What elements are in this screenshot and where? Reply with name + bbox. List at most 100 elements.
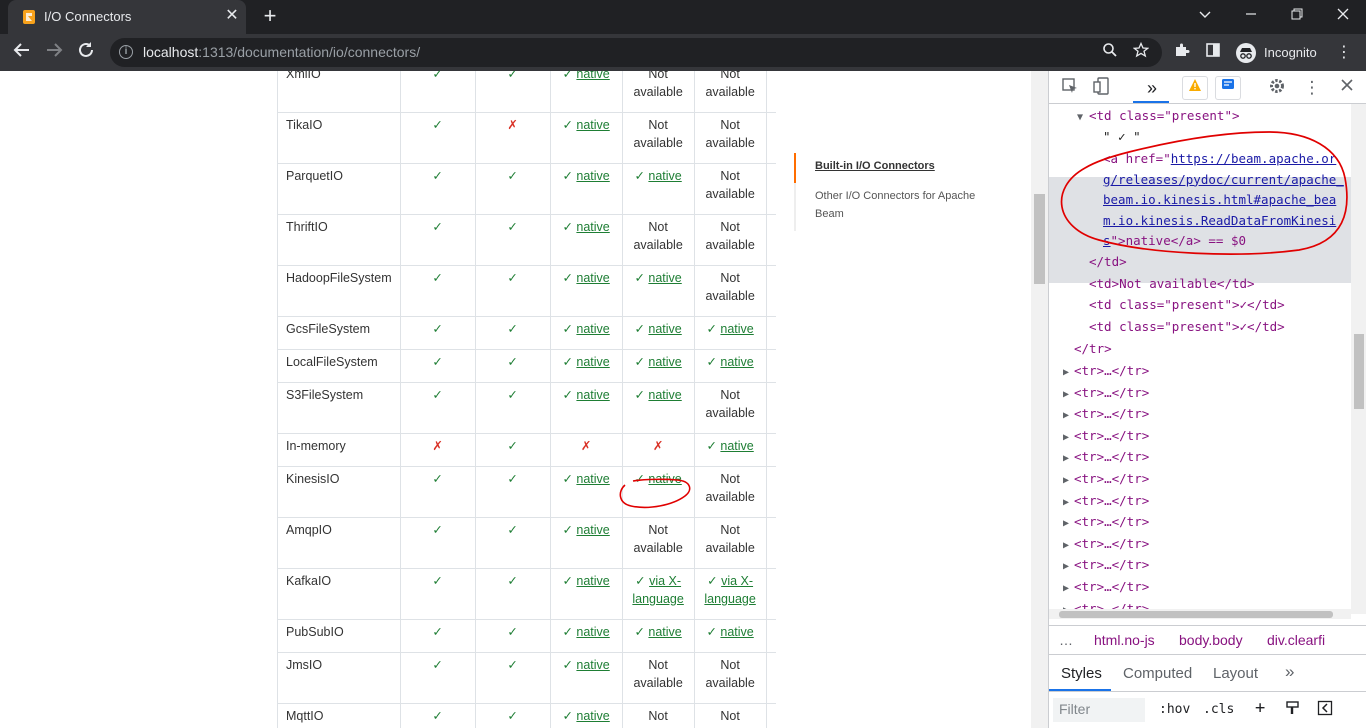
tree-triangle-closed-icon[interactable]: ▶: [1063, 468, 1069, 489]
restore-window-icon[interactable]: [1274, 2, 1320, 30]
tab-computed[interactable]: Computed: [1123, 665, 1192, 682]
node-td-present-2[interactable]: <td class="present">✓</td>: [1089, 294, 1285, 315]
extensions-puzzle-icon[interactable]: [1171, 42, 1193, 64]
doc-link[interactable]: native: [576, 355, 609, 369]
doc-link[interactable]: native: [576, 220, 609, 234]
issues-badge-icon[interactable]: [1215, 76, 1241, 100]
back-arrow-icon[interactable]: [9, 40, 35, 66]
node-tr-collapsed[interactable]: <tr>…</tr>: [1074, 490, 1149, 511]
forward-arrow-icon[interactable]: [41, 40, 67, 66]
node-td-close[interactable]: </td>: [1089, 251, 1127, 272]
breadcrumb-div[interactable]: div.clearfi: [1267, 632, 1325, 648]
hover-state-button[interactable]: :hov: [1159, 702, 1190, 717]
warning-badge-icon[interactable]: [1182, 76, 1208, 100]
doc-link[interactable]: native: [576, 388, 609, 402]
class-toggle-button[interactable]: .cls: [1203, 702, 1234, 717]
elements-hscrollbar[interactable]: [1049, 609, 1351, 619]
more-panes-icon[interactable]: »: [1285, 662, 1294, 682]
minimize-icon[interactable]: [1182, 2, 1228, 30]
page-scroll-thumb[interactable]: [1034, 194, 1045, 284]
node-tr-collapsed[interactable]: <tr>…</tr>: [1074, 533, 1149, 554]
doc-link[interactable]: native: [720, 439, 753, 453]
doc-link[interactable]: native: [576, 472, 609, 486]
tab-styles[interactable]: Styles: [1061, 665, 1102, 682]
breadcrumb-body[interactable]: body.body: [1179, 632, 1243, 648]
node-tr-collapsed[interactable]: <tr>…</tr>: [1074, 554, 1149, 575]
doc-link[interactable]: native: [576, 118, 609, 132]
doc-link[interactable]: native: [648, 472, 681, 486]
close-devtools-icon[interactable]: [1336, 77, 1358, 99]
tree-triangle-closed-icon[interactable]: ▶: [1063, 490, 1069, 511]
node-tr-collapsed[interactable]: <tr>…</tr>: [1074, 511, 1149, 532]
elements-scroll-thumb[interactable]: [1354, 334, 1364, 409]
tree-triangle-closed-icon[interactable]: ▶: [1063, 554, 1069, 575]
url-text[interactable]: localhost:1313/documentation/io/connecto…: [143, 44, 420, 60]
node-tr-collapsed[interactable]: <tr>…</tr>: [1074, 446, 1149, 467]
chrome-menu-icon[interactable]: ⋮: [1334, 42, 1354, 64]
node-tr-close[interactable]: </tr>: [1074, 338, 1112, 359]
node-tr-collapsed[interactable]: <tr>…</tr>: [1074, 382, 1149, 403]
node-tr-collapsed[interactable]: <tr>…</tr>: [1074, 425, 1149, 446]
elements-scrollbar[interactable]: [1351, 104, 1366, 614]
node-tr-collapsed[interactable]: <tr>…</tr>: [1074, 576, 1149, 597]
tree-triangle-closed-icon[interactable]: ▶: [1063, 511, 1069, 532]
doc-link[interactable]: native: [576, 322, 609, 336]
doc-link[interactable]: native: [576, 625, 609, 639]
doc-link[interactable]: native: [720, 625, 753, 639]
more-tabs-icon[interactable]: »: [1141, 77, 1163, 99]
doc-link[interactable]: native: [576, 709, 609, 723]
styles-filter-input[interactable]: Filter: [1053, 698, 1145, 722]
breadcrumb-html[interactable]: html.no-js: [1094, 632, 1155, 648]
doc-link[interactable]: native: [576, 658, 609, 672]
close-tab-icon[interactable]: ✕: [222, 6, 242, 26]
elements-hscroll-thumb[interactable]: [1059, 611, 1333, 618]
page-scrollbar[interactable]: [1031, 71, 1048, 728]
doc-link[interactable]: native: [648, 169, 681, 183]
tab-layout[interactable]: Layout: [1213, 665, 1258, 682]
tree-triangle-closed-icon[interactable]: ▶: [1063, 446, 1069, 467]
node-tr-collapsed[interactable]: <tr>…</tr>: [1074, 468, 1149, 489]
side-panel-icon[interactable]: [1202, 42, 1224, 64]
doc-link[interactable]: native: [648, 355, 681, 369]
toc-item-built-in[interactable]: Built-in I/O Connectors: [794, 153, 994, 183]
node-td-not-available[interactable]: <td>Not available</td>: [1089, 273, 1255, 294]
device-toolbar-icon[interactable]: [1091, 77, 1113, 99]
address-bar[interactable]: i localhost:1313/documentation/io/connec…: [110, 38, 1162, 67]
devtools-menu-icon[interactable]: ⋮: [1301, 77, 1323, 99]
tree-triangle-closed-icon[interactable]: ▶: [1063, 576, 1069, 597]
doc-link[interactable]: native: [576, 271, 609, 285]
new-rule-plus-icon[interactable]: +: [1255, 698, 1265, 718]
doc-link[interactable]: native: [648, 388, 681, 402]
doc-link[interactable]: native: [720, 322, 753, 336]
zoom-search-icon[interactable]: [1100, 42, 1120, 62]
doc-link[interactable]: native: [576, 169, 609, 183]
doc-link[interactable]: native: [648, 625, 681, 639]
elements-tree[interactable]: ▼ <td class="present"> " ✓ " <a href="ht…: [1049, 104, 1366, 614]
node-td-present-3[interactable]: <td class="present">✓</td>: [1089, 316, 1285, 337]
settings-gear-icon[interactable]: [1266, 77, 1288, 99]
doc-link[interactable]: native: [576, 71, 609, 81]
new-tab-button[interactable]: +: [258, 5, 282, 29]
tree-triangle-closed-icon[interactable]: ▶: [1063, 403, 1069, 424]
close-window-icon[interactable]: [1320, 2, 1366, 30]
doc-link[interactable]: native: [576, 523, 609, 537]
node-tr-collapsed[interactable]: <tr>…</tr>: [1074, 403, 1149, 424]
doc-link[interactable]: native: [576, 574, 609, 588]
doc-link[interactable]: native: [648, 271, 681, 285]
bookmark-star-icon[interactable]: [1131, 41, 1151, 62]
doc-link[interactable]: native: [648, 322, 681, 336]
reload-icon[interactable]: [73, 40, 99, 66]
breadcrumb-more[interactable]: …: [1059, 632, 1073, 648]
tree-triangle-closed-icon[interactable]: ▶: [1063, 382, 1069, 403]
node-tr-collapsed[interactable]: <tr>…</tr>: [1074, 360, 1149, 381]
paint-brush-icon[interactable]: [1285, 700, 1301, 720]
tree-triangle-open-icon[interactable]: ▼: [1077, 105, 1083, 126]
browser-tab[interactable]: I/O Connectors ✕: [8, 0, 246, 34]
inspect-element-icon[interactable]: [1059, 77, 1081, 99]
node-anchor-selected[interactable]: <a href="https://beam.apache.org/release…: [1103, 149, 1351, 248]
node-text-check[interactable]: " ✓ ": [1103, 126, 1141, 147]
doc-link[interactable]: native: [720, 355, 753, 369]
node-td-present[interactable]: <td class="present">: [1089, 105, 1240, 126]
minimize-window-icon[interactable]: [1228, 2, 1274, 30]
tree-triangle-closed-icon[interactable]: ▶: [1063, 533, 1069, 554]
